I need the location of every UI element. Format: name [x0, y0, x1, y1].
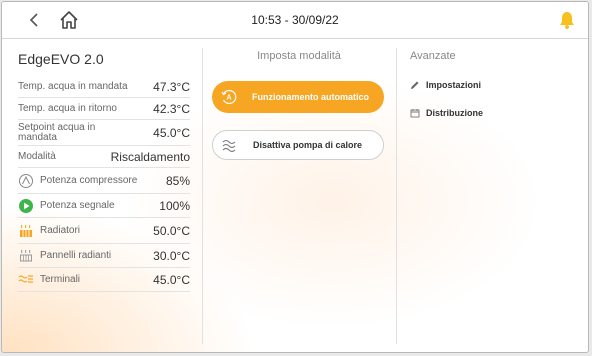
device-status-panel: EdgeEVO 2.0 Temp. acqua in mandata 47.3°… — [18, 50, 190, 292]
auto-mode-icon: A — [221, 89, 237, 105]
row-value: 42.3°C — [153, 101, 190, 116]
compressor-icon — [19, 173, 33, 188]
row-label: Radiatori — [40, 225, 81, 236]
row-value: 50.0°C — [153, 223, 190, 238]
row-label: Potenza segnale — [40, 200, 115, 211]
disable-heat-pump-label: Disattiva pompa di calore — [253, 140, 363, 150]
svg-text:A: A — [226, 95, 231, 102]
status-row-setpoint: Setpoint acqua in mandata 45.0°C — [18, 120, 190, 146]
row-value: 85% — [165, 173, 190, 188]
row-label: Terminali — [40, 274, 81, 285]
mode-panel: Imposta modalità A Funzionamento automat… — [202, 50, 396, 160]
top-bar: 10:53 - 30/09/22 — [2, 2, 588, 39]
radiant-panel-icon — [20, 249, 32, 261]
auto-mode-label: Funzionamento automatico — [252, 92, 369, 102]
status-row-compressor: Potenza compressore 85% — [18, 168, 190, 194]
signal-play-icon — [19, 198, 33, 213]
row-value: 100% — [159, 198, 190, 213]
status-row-radiant-panels: Pannelli radianti 30.0°C — [18, 244, 190, 268]
column-divider — [396, 48, 397, 344]
bell-icon[interactable] — [558, 10, 576, 30]
row-value: 47.3°C — [153, 79, 190, 94]
wind-icon — [222, 139, 236, 153]
row-value: 45.0°C — [153, 272, 190, 287]
advanced-heading: Avanzate — [410, 50, 456, 62]
auto-mode-button[interactable]: A Funzionamento automatico — [212, 81, 384, 113]
status-row-return-temp: Temp. acqua in ritorno 42.3°C — [18, 98, 190, 120]
status-row-mode: Modalità Riscaldamento — [18, 146, 190, 168]
advanced-panel: Avanzate Impostazioni Distribuzione — [410, 50, 580, 119]
disable-heat-pump-button[interactable]: Disattiva pompa di calore — [212, 130, 384, 160]
pencil-icon — [411, 81, 419, 89]
row-label: Temp. acqua in mandata — [18, 81, 128, 92]
row-label: Setpoint acqua in mandata — [18, 121, 96, 143]
row-value: Riscaldamento — [110, 149, 190, 164]
status-row-terminals: Terminali 45.0°C — [18, 268, 190, 292]
distribution-link-label: Distribuzione — [426, 108, 484, 118]
row-label: Pannelli radianti — [40, 250, 112, 261]
status-row-supply-temp: Temp. acqua in mandata 47.3°C — [18, 76, 190, 98]
radiator-icon — [20, 224, 32, 237]
datetime-display: 10:53 - 30/09/22 — [251, 13, 339, 27]
app-window: 10:53 - 30/09/22 EdgeEVO 2.0 Temp. acqua… — [1, 1, 589, 353]
terminal-unit-icon — [18, 274, 33, 283]
row-value: 30.0°C — [153, 248, 190, 263]
row-value: 45.0°C — [153, 125, 190, 140]
settings-link[interactable]: Impostazioni — [410, 79, 580, 91]
row-label: Temp. acqua in ritorno — [18, 103, 117, 114]
device-title: EdgeEVO 2.0 — [18, 51, 104, 67]
calendar-icon — [410, 109, 420, 118]
status-row-radiators: Radiatori 50.0°C — [18, 218, 190, 244]
mode-heading: Imposta modalità — [257, 50, 341, 62]
status-row-signal: Potenza segnale 100% — [18, 194, 190, 218]
row-label: Potenza compressore — [40, 175, 138, 186]
settings-link-label: Impostazioni — [426, 80, 482, 90]
distribution-link[interactable]: Distribuzione — [410, 107, 580, 119]
row-label: Modalità — [18, 151, 56, 162]
